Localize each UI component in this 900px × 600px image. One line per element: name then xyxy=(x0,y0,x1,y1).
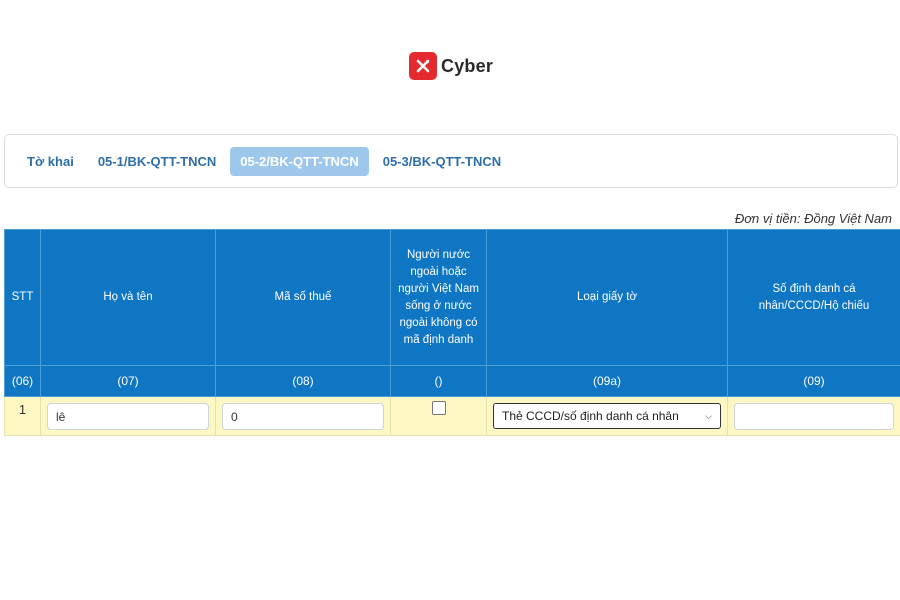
tab-05-2[interactable]: 05-2/BK-QTT-TNCN xyxy=(230,146,369,176)
code-stt: (06) xyxy=(4,365,41,397)
table-header-row: STT Họ và tên Mã số thuế Người nước ngoà… xyxy=(4,229,900,366)
tab-to-khai[interactable]: Tờ khai xyxy=(17,147,84,176)
id-number-input[interactable] xyxy=(734,402,894,430)
code-foreigner: () xyxy=(390,365,487,397)
brand-logo: Cyber xyxy=(409,52,493,80)
table-row: 1 lê 0 Thẻ CCCD/số định danh cá nhân ⌵ xyxy=(4,396,900,436)
code-name: (07) xyxy=(40,365,216,397)
code-tax-code: (08) xyxy=(215,365,391,397)
table-code-row: (06) (07) (08) () (09a) (09) xyxy=(4,365,900,397)
code-id-number: (09) xyxy=(727,365,900,397)
header-foreigner: Người nước ngoài hoặc người Việt Nam sốn… xyxy=(390,229,487,366)
form-tabs: Tờ khai 05-1/BK-QTT-TNCN 05-2/BK-QTT-TNC… xyxy=(4,134,898,188)
taxpayer-table: STT Họ và tên Mã số thuế Người nước ngoà… xyxy=(4,229,900,436)
tab-05-3[interactable]: 05-3/BK-QTT-TNCN xyxy=(373,147,511,176)
brand-name: Cyber xyxy=(441,55,494,76)
cyber-logo-icon xyxy=(409,52,437,80)
header-stt: STT xyxy=(4,229,41,366)
chevron-down-icon: ⌵ xyxy=(705,410,712,421)
name-input[interactable]: lê xyxy=(47,402,209,430)
tab-05-1[interactable]: 05-1/BK-QTT-TNCN xyxy=(88,147,226,176)
currency-unit-note: Đơn vị tiền: Đồng Việt Nam xyxy=(734,211,892,226)
header-doc-type: Loại giấy tờ xyxy=(486,229,728,366)
header-tax-code: Mã số thuế xyxy=(215,229,391,366)
row-stt: 1 xyxy=(18,402,27,417)
doc-type-select[interactable]: Thẻ CCCD/số định danh cá nhân ⌵ xyxy=(493,403,721,429)
header-id-number: Số định danh cá nhân/CCCD/Hộ chiếu xyxy=(727,229,900,366)
code-doc-type: (09a) xyxy=(486,365,728,397)
tax-code-input[interactable]: 0 xyxy=(222,402,384,430)
doc-type-selected: Thẻ CCCD/số định danh cá nhân xyxy=(502,409,679,423)
header-name: Họ và tên xyxy=(40,229,216,366)
foreigner-checkbox[interactable] xyxy=(431,400,446,415)
